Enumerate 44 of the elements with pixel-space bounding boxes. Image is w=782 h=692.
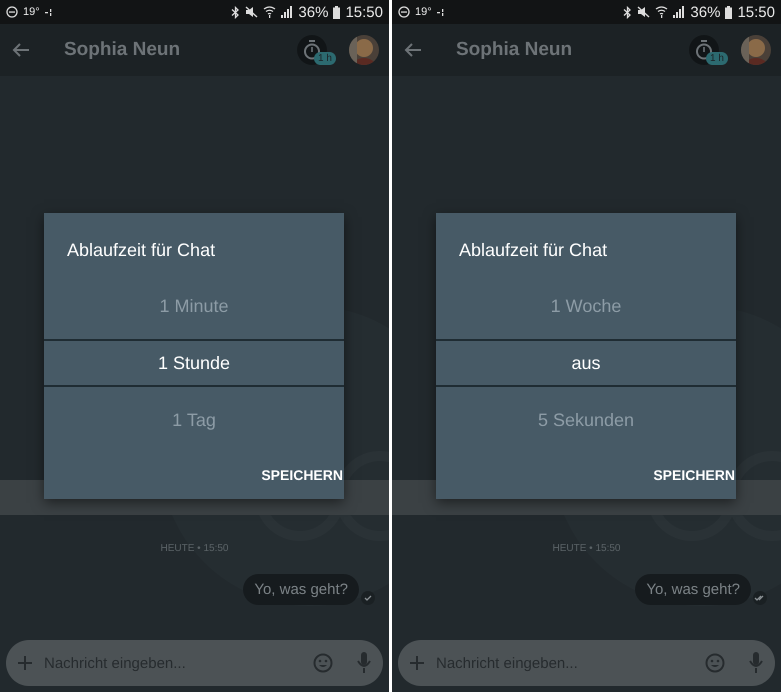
emoji-icon[interactable]	[705, 653, 725, 673]
timer-badge: 1 h	[314, 52, 336, 65]
double-check-icon	[753, 591, 767, 605]
timer-badge: 1 h	[706, 52, 728, 65]
wifi-icon	[263, 6, 276, 18]
battery-icon	[333, 6, 340, 18]
dialog-title: Ablaufzeit für Chat	[66, 239, 216, 262]
battery-percent: 36%	[298, 4, 328, 20]
battery-icon	[725, 6, 732, 18]
emoji-icon[interactable]	[313, 653, 333, 673]
battery-percent: 36%	[690, 4, 720, 20]
contact-name: Sophia Neun	[64, 39, 182, 61]
data-arrows-icon	[44, 8, 53, 16]
clock-time: 15:50	[737, 4, 775, 20]
do-not-disturb-icon	[6, 6, 18, 18]
picker-option[interactable]: aus	[436, 339, 736, 387]
mute-icon	[245, 6, 258, 18]
bluetooth-icon	[231, 6, 240, 18]
temperature: 19°	[23, 6, 40, 18]
message-bubble: Yo, was geht?	[635, 574, 751, 605]
data-arrows-icon	[436, 8, 445, 16]
back-arrow-icon[interactable]	[12, 42, 30, 58]
contact-name: Sophia Neun	[456, 39, 574, 61]
wifi-icon	[655, 6, 668, 18]
save-button[interactable]: SPEICHERN	[261, 463, 343, 487]
save-button[interactable]: SPEICHERN	[653, 463, 735, 487]
plus-icon[interactable]	[18, 656, 32, 670]
mute-icon	[637, 6, 650, 18]
signal-icon	[281, 6, 294, 18]
clock-time: 15:50	[345, 4, 383, 20]
plus-icon[interactable]	[410, 656, 424, 670]
dialog-title: Ablaufzeit für Chat	[458, 239, 608, 262]
microphone-icon[interactable]	[749, 652, 763, 674]
stopwatch-icon	[695, 40, 713, 60]
temperature: 19°	[415, 6, 432, 18]
back-arrow-icon[interactable]	[404, 42, 422, 58]
microphone-icon[interactable]	[357, 652, 371, 674]
message-bubble: Yo, was geht?	[243, 574, 359, 605]
stopwatch-icon	[303, 40, 321, 60]
signal-icon	[673, 6, 686, 18]
picker-option[interactable]: 1 Stunde	[44, 339, 344, 387]
check-icon	[361, 591, 375, 605]
bluetooth-icon	[623, 6, 632, 18]
do-not-disturb-icon	[398, 6, 410, 18]
